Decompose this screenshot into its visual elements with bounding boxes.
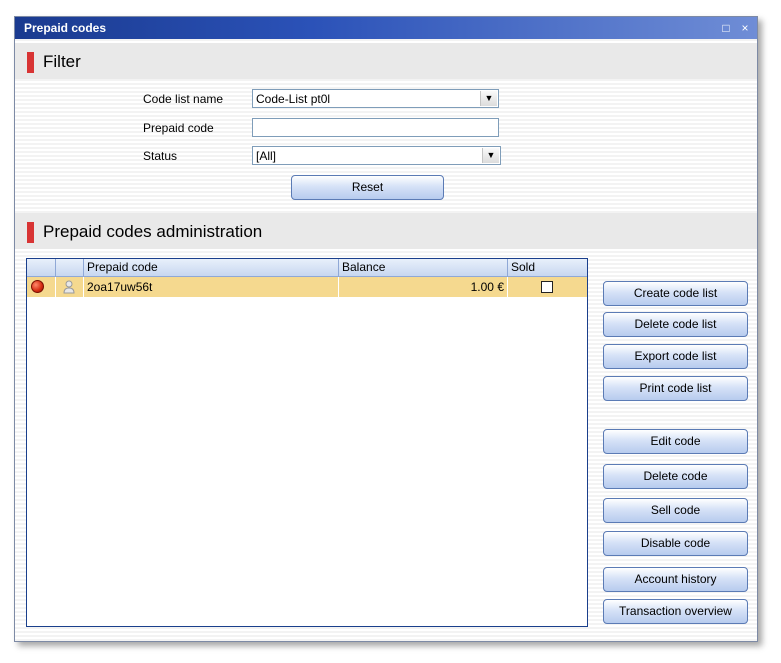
prepaid-code-input[interactable] — [252, 118, 499, 137]
status-select[interactable]: [All] ▼ — [252, 146, 501, 165]
delete-code-button[interactable]: Delete code — [603, 464, 748, 489]
table-header: Prepaid code Balance Sold — [27, 259, 587, 277]
status-value: [All] — [256, 149, 277, 163]
column-header-user[interactable] — [56, 259, 84, 276]
content-area: Filter Code list name Code-List pt0l ▼ P… — [15, 39, 757, 641]
column-header-prepaid-code[interactable]: Prepaid code — [84, 259, 339, 276]
create-code-list-button[interactable]: Create code list — [603, 281, 748, 306]
disable-code-button[interactable]: Disable code — [603, 531, 748, 556]
column-header-status[interactable] — [27, 259, 56, 276]
red-status-icon — [31, 280, 44, 293]
status-cell — [27, 277, 56, 297]
admin-header: Prepaid codes administration — [15, 213, 757, 249]
prepaid-code-label: Prepaid code — [143, 121, 214, 135]
title-bar[interactable]: Prepaid codes □ × — [15, 17, 757, 39]
filter-accent-bar — [27, 52, 34, 73]
prepaid-code-cell: 2oa17uw56t — [84, 277, 339, 297]
status-label: Status — [143, 149, 178, 163]
delete-code-list-button[interactable]: Delete code list — [603, 312, 748, 337]
sell-code-button[interactable]: Sell code — [603, 498, 748, 523]
sold-cell — [508, 277, 587, 297]
code-list-name-label: Code list name — [143, 92, 224, 106]
column-header-balance[interactable]: Balance — [339, 259, 508, 276]
export-code-list-button[interactable]: Export code list — [603, 344, 748, 369]
sold-checkbox[interactable] — [541, 281, 553, 293]
filter-title: Filter — [43, 52, 81, 71]
user-icon — [63, 280, 75, 294]
code-list-name-value: Code-List pt0l — [256, 92, 331, 106]
transaction-overview-button[interactable]: Transaction overview — [603, 599, 748, 624]
code-list-name-select[interactable]: Code-List pt0l ▼ — [252, 89, 499, 108]
reset-button[interactable]: Reset — [291, 175, 444, 200]
prepaid-codes-table[interactable]: Prepaid code Balance Sold 2oa17uw56t 1.0… — [26, 258, 588, 627]
print-code-list-button[interactable]: Print code list — [603, 376, 748, 401]
close-icon[interactable]: × — [737, 20, 753, 36]
balance-cell: 1.00 € — [339, 277, 508, 297]
account-history-button[interactable]: Account history — [603, 567, 748, 592]
chevron-down-icon[interactable]: ▼ — [482, 148, 499, 163]
admin-accent-bar — [27, 222, 34, 243]
admin-title: Prepaid codes administration — [43, 222, 263, 241]
user-cell — [56, 277, 84, 297]
restore-icon[interactable]: □ — [718, 20, 734, 36]
window-title: Prepaid codes — [24, 21, 107, 35]
table-row[interactable]: 2oa17uw56t 1.00 € — [27, 277, 587, 297]
chevron-down-icon[interactable]: ▼ — [480, 91, 497, 106]
edit-code-button[interactable]: Edit code — [603, 429, 748, 454]
prepaid-codes-window: Prepaid codes □ × Filter Code list name … — [14, 16, 758, 642]
filter-header: Filter — [15, 43, 757, 79]
column-header-sold[interactable]: Sold — [508, 259, 587, 276]
